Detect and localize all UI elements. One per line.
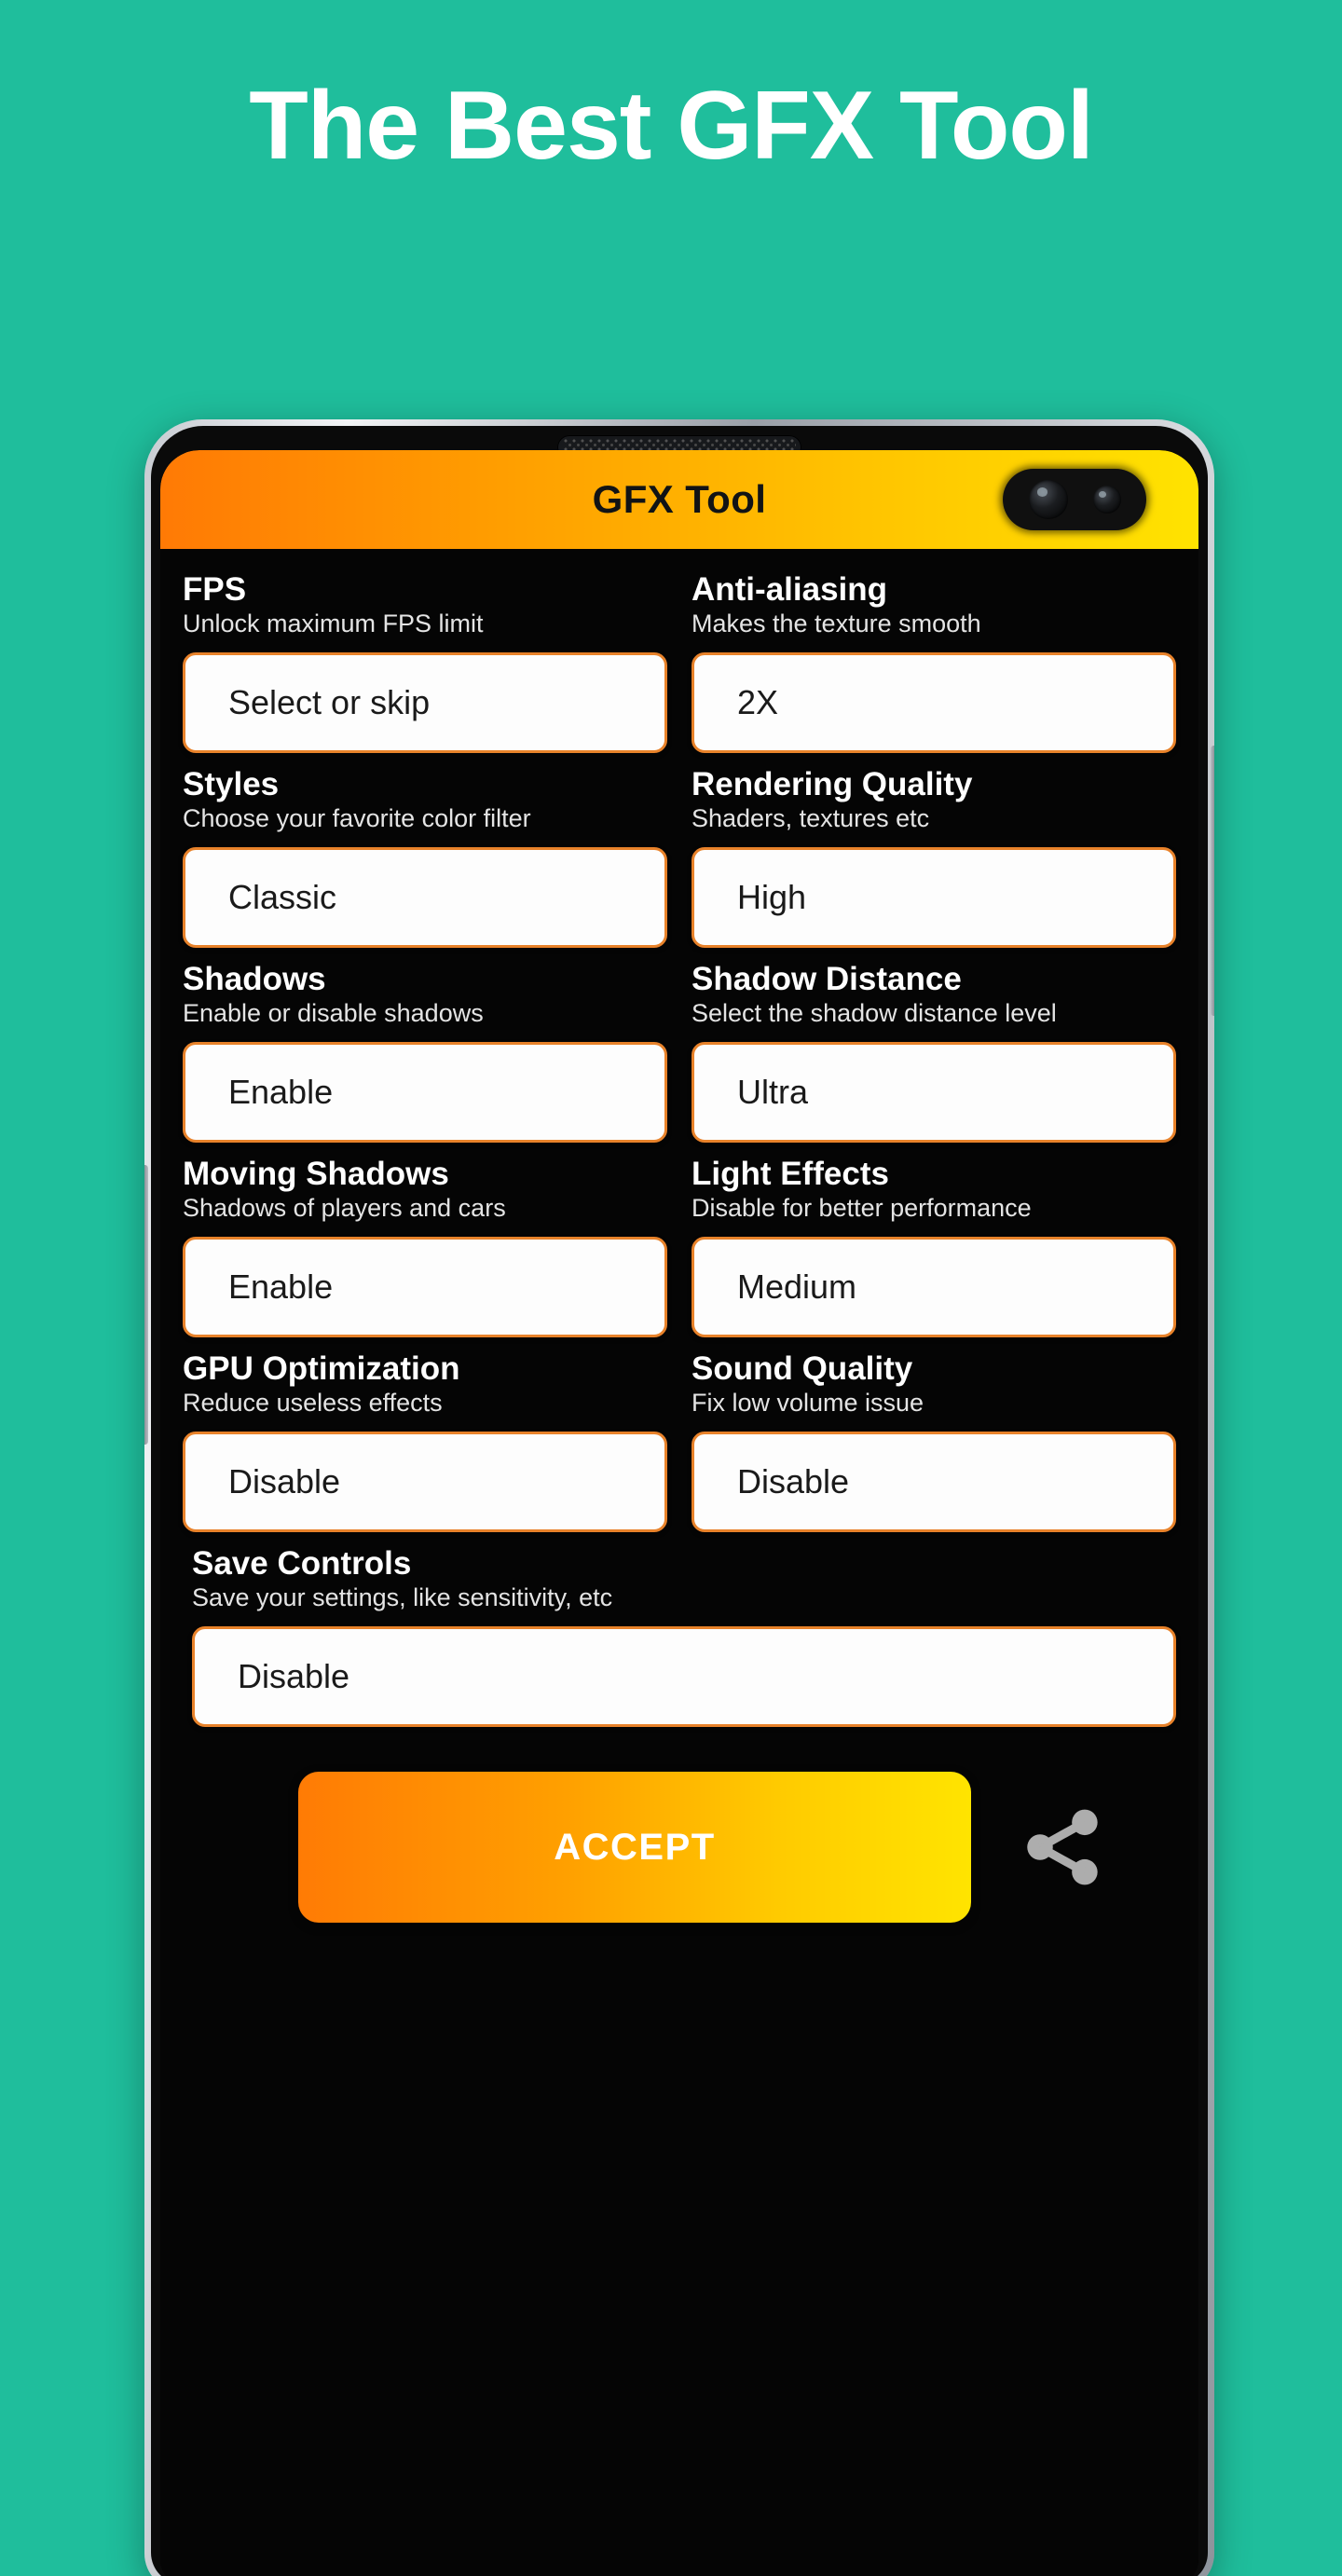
setting-description: Save your settings, like sensitivity, et… xyxy=(192,1583,613,1612)
gpu-optimization-dropdown[interactable]: Disable xyxy=(183,1432,667,1533)
setting-item-sound-quality: Sound Quality Fix low volume issue Disab… xyxy=(692,1350,1176,1533)
rendering-quality-dropdown[interactable]: High xyxy=(692,847,1176,949)
setting-title: Light Effects xyxy=(692,1156,889,1193)
setting-description: Unlock maximum FPS limit xyxy=(183,610,484,638)
settings-grid: FPS Unlock maximum FPS limit Select or s… xyxy=(183,571,1176,1740)
dual-camera-cutout-icon xyxy=(1003,469,1146,530)
app-bar: GFX Tool xyxy=(160,450,1198,549)
setting-title: Styles xyxy=(183,766,280,803)
setting-item-styles: Styles Choose your favorite color filter… xyxy=(183,766,667,949)
fps-dropdown[interactable]: Select or skip xyxy=(183,652,667,754)
setting-item-rendering-quality: Rendering Quality Shaders, textures etc … xyxy=(692,766,1176,949)
setting-title: Shadow Distance xyxy=(692,961,962,998)
setting-title: FPS xyxy=(183,571,247,608)
setting-description: Enable or disable shadows xyxy=(183,999,484,1028)
setting-item-gpu-optimization: GPU Optimization Reduce useless effects … xyxy=(183,1350,667,1533)
share-button[interactable] xyxy=(1012,1796,1115,1898)
setting-description: Shaders, textures etc xyxy=(692,804,930,833)
sound-quality-dropdown[interactable]: Disable xyxy=(692,1432,1176,1533)
anti-aliasing-dropdown[interactable]: 2X xyxy=(692,652,1176,754)
action-bar: ACCEPT xyxy=(183,1740,1176,1924)
setting-title: Sound Quality xyxy=(692,1350,913,1388)
setting-item-anti-aliasing: Anti-aliasing Makes the texture smooth 2… xyxy=(692,571,1176,754)
setting-item-shadows: Shadows Enable or disable shadows Enable xyxy=(183,961,667,1144)
setting-item-fps: FPS Unlock maximum FPS limit Select or s… xyxy=(183,571,667,754)
setting-title: Rendering Quality xyxy=(692,766,973,803)
power-button[interactable] xyxy=(1211,746,1214,1016)
setting-title: GPU Optimization xyxy=(183,1350,460,1388)
phone-mockup: GFX Tool FPS Unlock maximum FPS limit Se… xyxy=(144,419,1214,2576)
page-title: The Best GFX Tool xyxy=(249,72,1094,180)
volume-rocker-button[interactable] xyxy=(144,1165,148,1445)
setting-description: Reduce useless effects xyxy=(183,1389,443,1418)
setting-description: Fix low volume issue xyxy=(692,1389,924,1418)
setting-title: Anti-aliasing xyxy=(692,571,888,608)
share-icon xyxy=(1027,1809,1098,1885)
setting-item-light-effects: Light Effects Disable for better perform… xyxy=(692,1156,1176,1338)
setting-description: Shadows of players and cars xyxy=(183,1194,506,1223)
app-title: GFX Tool xyxy=(592,477,767,521)
accept-button[interactable]: ACCEPT xyxy=(298,1772,971,1924)
settings-content: FPS Unlock maximum FPS limit Select or s… xyxy=(160,549,1198,2576)
styles-dropdown[interactable]: Classic xyxy=(183,847,667,949)
phone-bezel: GFX Tool FPS Unlock maximum FPS limit Se… xyxy=(151,426,1208,2576)
shadow-distance-dropdown[interactable]: Ultra xyxy=(692,1042,1176,1144)
setting-description: Choose your favorite color filter xyxy=(183,804,531,833)
setting-description: Disable for better performance xyxy=(692,1194,1032,1223)
setting-title: Save Controls xyxy=(192,1545,412,1583)
setting-title: Moving Shadows xyxy=(183,1156,449,1193)
moving-shadows-dropdown[interactable]: Enable xyxy=(183,1237,667,1338)
setting-description: Select the shadow distance level xyxy=(692,999,1057,1028)
shadows-dropdown[interactable]: Enable xyxy=(183,1042,667,1144)
light-effects-dropdown[interactable]: Medium xyxy=(692,1237,1176,1338)
setting-description: Makes the texture smooth xyxy=(692,610,981,638)
setting-title: Shadows xyxy=(183,961,326,998)
setting-item-moving-shadows: Moving Shadows Shadows of players and ca… xyxy=(183,1156,667,1338)
save-controls-dropdown[interactable]: Disable xyxy=(192,1626,1176,1728)
camera-lens-primary-icon xyxy=(1028,480,1068,519)
setting-item-save-controls: Save Controls Save your settings, like s… xyxy=(183,1545,1176,1728)
camera-lens-secondary-icon xyxy=(1092,486,1121,514)
app-screen: GFX Tool FPS Unlock maximum FPS limit Se… xyxy=(160,450,1198,2576)
setting-item-shadow-distance: Shadow Distance Select the shadow distan… xyxy=(692,961,1176,1144)
